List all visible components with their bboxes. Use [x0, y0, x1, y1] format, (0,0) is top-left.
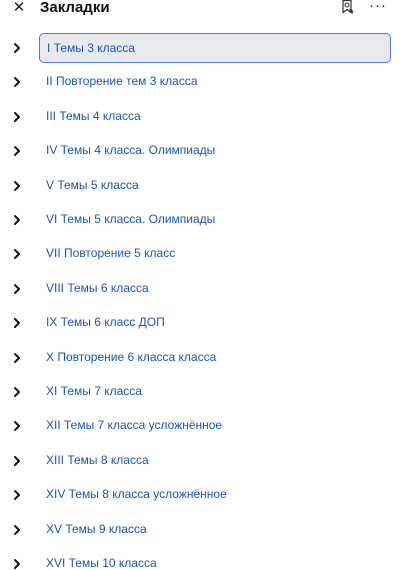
bookmark-item[interactable]: XV Темы 9 класса — [0, 515, 409, 545]
bookmark-item-label: X Повторение 6 класса класса — [46, 350, 217, 364]
bookmark-item-box[interactable]: VII Повторение 5 класс — [39, 239, 391, 269]
bookmark-item-label: I Темы 3 класса — [47, 41, 135, 55]
chevron-right-icon[interactable] — [12, 180, 22, 192]
chevron-right-icon[interactable] — [12, 524, 22, 536]
bookmark-item[interactable]: XI Темы 7 класса — [0, 377, 409, 407]
bookmark-item[interactable]: VII Повторение 5 класс — [0, 239, 409, 269]
bookmark-item[interactable]: IV Темы 4 класса. Олимпиады — [0, 136, 409, 166]
bookmark-search-icon[interactable] — [340, 0, 358, 17]
chevron-right-icon[interactable] — [12, 248, 22, 260]
bookmark-item-box[interactable]: II Повторение тем 3 класса — [39, 67, 391, 97]
close-icon[interactable]: ✕ — [10, 0, 28, 17]
bookmark-item-label: XV Темы 9 класса — [46, 522, 147, 536]
bookmark-item[interactable]: XVI Темы 10 класса — [0, 549, 409, 570]
bookmark-item-label: VI Темы 5 класса. Олимпиады — [46, 212, 216, 226]
bookmark-item-label: XIII Темы 8 класса — [46, 453, 149, 467]
bookmark-item-box[interactable]: XIV Темы 8 класса усложнённое — [39, 480, 391, 510]
chevron-right-icon[interactable] — [12, 76, 22, 88]
chevron-right-icon[interactable] — [12, 386, 22, 398]
bookmark-item-box[interactable]: XVI Темы 10 класса — [39, 549, 391, 570]
bookmark-item[interactable]: XIV Темы 8 класса усложнённое — [0, 480, 409, 510]
chevron-right-icon[interactable] — [12, 420, 22, 432]
scrollbar[interactable] — [405, 26, 409, 566]
bookmark-item-box[interactable]: XII Темы 7 класса усложнённое — [39, 411, 391, 441]
chevron-right-icon[interactable] — [12, 145, 22, 157]
bookmark-item-label: VII Повторение 5 класс — [46, 246, 176, 260]
panel-title: Закладки — [40, 0, 110, 16]
bookmark-item[interactable]: X Повторение 6 класса класса — [0, 343, 409, 373]
bookmark-item-box[interactable]: XV Темы 9 класса — [39, 515, 391, 545]
more-horizontal-icon[interactable]: ··· — [368, 0, 388, 15]
chevron-right-icon[interactable] — [12, 283, 22, 295]
bookmark-item-label: XI Темы 7 класса — [46, 384, 142, 398]
bookmark-item-box[interactable]: X Повторение 6 класса класса — [39, 343, 391, 373]
bookmark-item-label: XIV Темы 8 класса усложнённое — [46, 487, 227, 501]
chevron-right-icon[interactable] — [12, 455, 22, 467]
bookmark-item[interactable]: IX Темы 6 класс ДОП — [0, 308, 409, 338]
bookmark-item-label: II Повторение тем 3 класса — [46, 74, 198, 88]
bookmark-item-box[interactable]: XI Темы 7 класса — [39, 377, 391, 407]
bookmark-item-box[interactable]: IV Темы 4 класса. Олимпиады — [39, 136, 391, 166]
bookmark-item-label: IX Темы 6 класс ДОП — [46, 315, 165, 329]
bookmark-item-box[interactable]: III Темы 4 класса — [39, 102, 391, 132]
bookmark-item[interactable]: III Темы 4 класса — [0, 102, 409, 132]
bookmark-item-label: XVI Темы 10 класса — [46, 556, 157, 570]
bookmark-item[interactable]: II Повторение тем 3 класса — [0, 67, 409, 97]
bookmark-item-label: IV Темы 4 класса. Олимпиады — [46, 143, 216, 157]
bookmark-item-box[interactable]: VIII Темы 6 класса — [39, 274, 391, 304]
chevron-right-icon[interactable] — [12, 317, 22, 329]
bookmarks-header: ✕ Закладки ··· — [0, 0, 409, 20]
bookmark-item[interactable]: XIII Темы 8 класса — [0, 446, 409, 476]
chevron-right-icon[interactable] — [12, 111, 22, 123]
bookmark-item-selected[interactable]: I Темы 3 класса — [39, 33, 391, 63]
bookmark-item-label: XII Темы 7 класса усложнённое — [46, 418, 223, 432]
chevron-right-icon[interactable] — [12, 42, 22, 54]
bookmark-search-icon-graphic — [342, 0, 354, 14]
bookmark-item-label: VIII Темы 6 класса — [46, 281, 149, 295]
chevron-right-icon[interactable] — [12, 489, 22, 501]
bookmark-item[interactable]: I Темы 3 класса — [0, 33, 409, 63]
bookmark-item-label: III Темы 4 класса — [46, 109, 141, 123]
bookmark-item-box[interactable]: IX Темы 6 класс ДОП — [39, 308, 391, 338]
bookmark-item-label: V Темы 5 класса — [46, 178, 139, 192]
chevron-right-icon[interactable] — [12, 558, 22, 570]
bookmark-item[interactable]: VIII Темы 6 класса — [0, 274, 409, 304]
bookmarks-panel: ✕ Закладки ··· I Темы 3 класса II Повторе… — [0, 0, 409, 570]
chevron-right-icon[interactable] — [12, 352, 22, 364]
bookmark-item[interactable]: XII Темы 7 класса усложнённое — [0, 411, 409, 441]
bookmark-item[interactable]: V Темы 5 класса — [0, 171, 409, 201]
bookmark-item-box[interactable]: XIII Темы 8 класса — [39, 446, 391, 476]
bookmark-item[interactable]: VI Темы 5 класса. Олимпиады — [0, 205, 409, 235]
bookmark-item-box[interactable]: VI Темы 5 класса. Олимпиады — [39, 205, 391, 235]
bookmark-item-box[interactable]: V Темы 5 класса — [39, 171, 391, 201]
chevron-right-icon[interactable] — [12, 214, 22, 226]
